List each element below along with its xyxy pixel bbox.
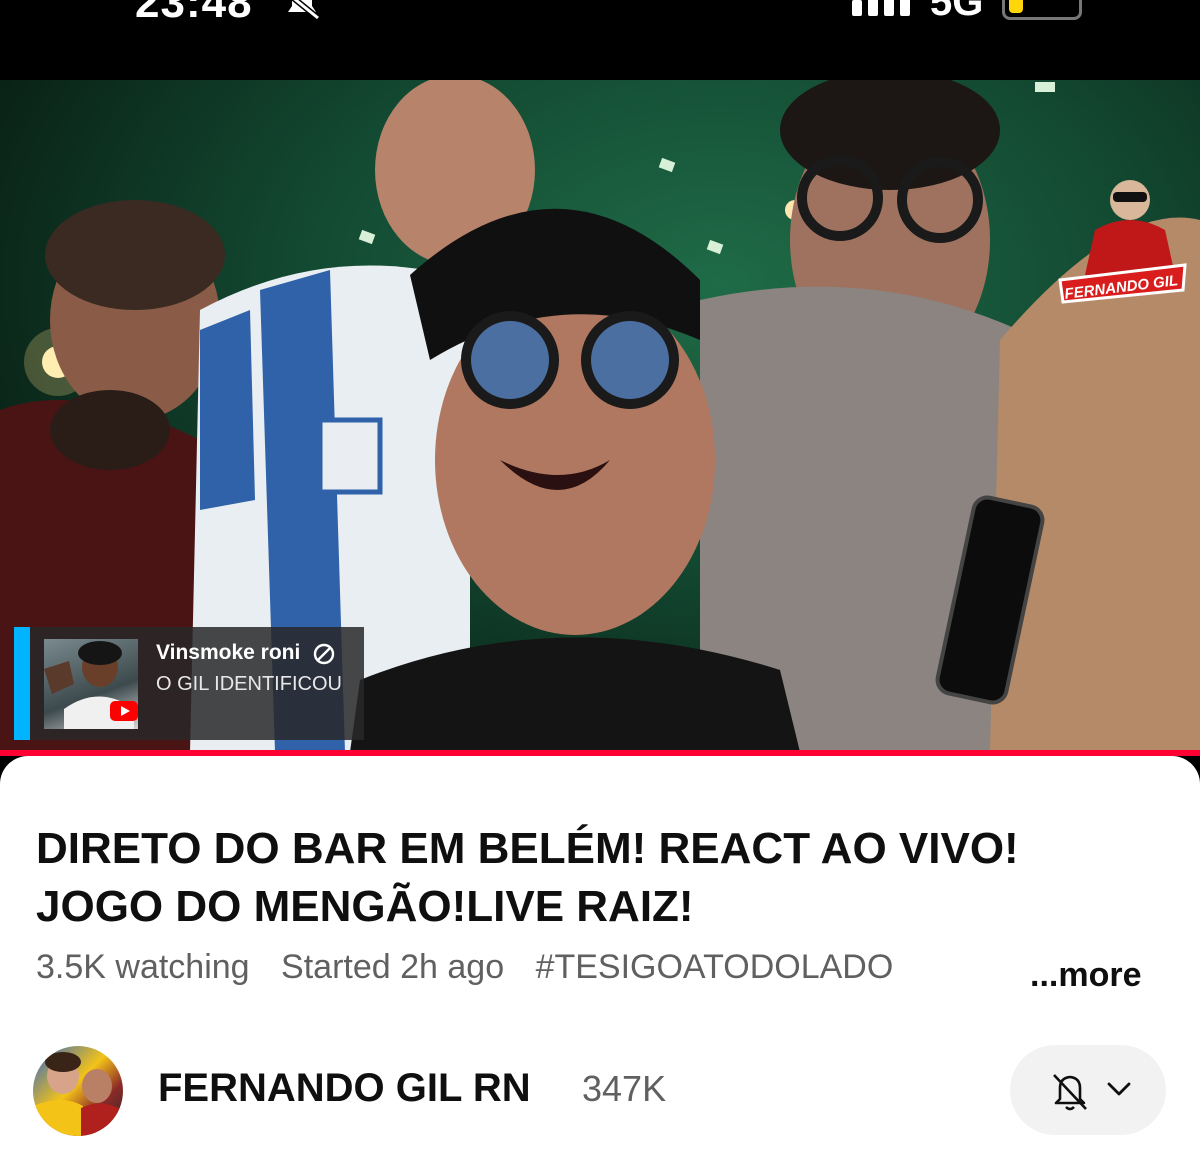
signal-icon bbox=[852, 0, 910, 16]
more-button[interactable]: ...more bbox=[1030, 956, 1141, 995]
blocked-icon bbox=[313, 643, 335, 665]
channel-avatar[interactable] bbox=[33, 1046, 123, 1136]
subscriber-count: 347K bbox=[582, 1068, 667, 1109]
status-time: 23:48 bbox=[135, 0, 253, 27]
chat-author: Vinsmoke roni bbox=[156, 641, 301, 664]
chat-message: O GIL IDENTIFICOU bbox=[156, 673, 342, 695]
bell-off-icon bbox=[1053, 1074, 1087, 1111]
video-meta[interactable]: 3.5K watching Started 2h ago #TESIGOATOD… bbox=[36, 948, 1176, 987]
battery-icon bbox=[1002, 0, 1082, 20]
hashtag-link[interactable]: #TESIGOATODOLADO bbox=[536, 948, 894, 986]
live-chat-overlay[interactable]: Vinsmoke roni O GIL IDENTIFICOU bbox=[14, 627, 364, 740]
channel-name[interactable]: FERNANDO GIL RN bbox=[158, 1066, 531, 1111]
channel-logo-watermark: FERNANDO GIL bbox=[1055, 170, 1190, 305]
youtube-icon bbox=[110, 701, 138, 721]
video-title[interactable]: DIRETO DO BAR EM BELÉM! REACT AO VIVO! J… bbox=[36, 820, 1156, 936]
chat-avatar bbox=[44, 639, 138, 729]
watching-count: 3.5K watching bbox=[36, 948, 250, 986]
status-bar: 23:48 5G bbox=[0, 0, 1200, 80]
chevron-down-icon bbox=[1107, 1082, 1131, 1096]
notification-toggle-button[interactable] bbox=[1010, 1045, 1166, 1135]
chat-accent-bar bbox=[14, 627, 30, 740]
started-time: Started 2h ago bbox=[281, 948, 505, 986]
bell-off-icon bbox=[288, 0, 320, 20]
network-type: 5G bbox=[930, 0, 984, 24]
